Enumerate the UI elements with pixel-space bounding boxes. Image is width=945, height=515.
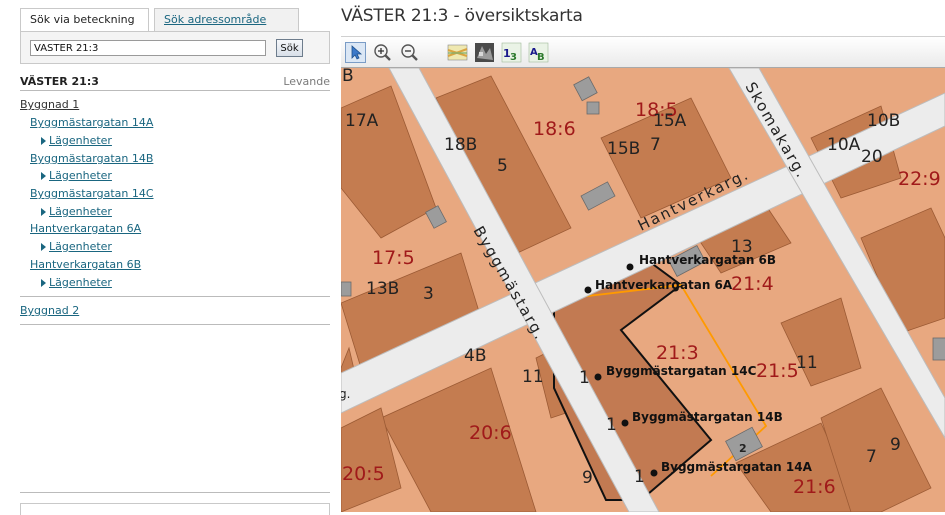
svg-text:B: B [537, 52, 545, 63]
expand-arrow-icon[interactable] [41, 279, 46, 287]
address-point-label[interactable]: Byggmästargatan 14A [661, 460, 813, 474]
house-number: 11 [522, 367, 544, 387]
house-number: 17A [345, 111, 379, 131]
zoom-out-icon[interactable] [399, 42, 420, 63]
tree-apartments-link[interactable]: Lägenheter [49, 205, 112, 219]
address-point-label[interactable]: Hantverkargatan 6B [639, 253, 776, 267]
house-number: 1 [634, 467, 645, 487]
street-label-fragment: g. [341, 387, 350, 401]
text-labels-icon[interactable]: AB [528, 42, 549, 63]
parcel-label: 20:5 [342, 463, 385, 485]
parcel-label: 21:6 [793, 476, 836, 498]
property-title: VÄSTER 21:3 [20, 75, 99, 88]
map-layer-icon[interactable] [447, 42, 468, 63]
expand-arrow-icon[interactable] [41, 137, 46, 145]
tree-apartments-link[interactable]: Lägenheter [49, 169, 112, 183]
parcel-label: 17:5 [372, 247, 415, 269]
property-status: Levande [283, 75, 330, 88]
search-button[interactable]: Sök [276, 39, 303, 57]
tree-apartments-link[interactable]: Lägenheter [49, 134, 112, 148]
house-number: 4B [464, 346, 486, 366]
house-number: 2 [739, 442, 747, 455]
house-number: 20 [861, 147, 883, 167]
svg-text:3: 3 [510, 52, 517, 63]
expand-arrow-icon[interactable] [41, 243, 46, 251]
address-point-marker[interactable] [584, 286, 592, 294]
expand-arrow-icon[interactable] [41, 208, 46, 216]
number-labels-icon[interactable]: 13 [501, 42, 522, 63]
left-panel: Sök via beteckning Sök adressområde Sök … [0, 0, 340, 515]
map-toolbar: 13 AB [341, 36, 945, 68]
tree-building-1[interactable]: Byggnad 1 [20, 98, 79, 112]
address-point-label[interactable]: Byggmästargatan 14C [606, 364, 757, 378]
parcel-label: 21:5 [756, 360, 799, 382]
address-point-marker[interactable] [621, 419, 629, 427]
house-number: 15B [607, 139, 640, 159]
address-point-marker[interactable] [594, 373, 602, 381]
tree-apartments-link[interactable]: Lägenheter [49, 276, 112, 290]
expand-arrow-icon[interactable] [41, 172, 46, 180]
parcel-label: 21:3 [656, 342, 699, 364]
tree-address-hantverkargatan-6b[interactable]: Hantverkargatan 6B [30, 258, 141, 272]
address-point-label[interactable]: Byggmästargatan 14B [632, 410, 783, 424]
address-point-marker[interactable] [650, 469, 658, 477]
house-number: 1 [606, 415, 617, 435]
aerial-photo-icon[interactable] [474, 42, 495, 63]
house-number: 10A [827, 135, 861, 155]
divider [20, 324, 330, 325]
search-box: Sök [20, 31, 330, 64]
house-number: 13B [366, 279, 399, 299]
select-arrow-icon[interactable] [345, 42, 366, 63]
divider [20, 492, 330, 493]
tree-address-byggmastargatan-14c[interactable]: Byggmästargatan 14C [30, 187, 154, 201]
house-number: 1 [579, 368, 590, 388]
bottom-panel [20, 503, 330, 515]
tree-address-byggmastargatan-14a[interactable]: Byggmästargatan 14A [30, 116, 153, 130]
tab-search-designation[interactable]: Sök via beteckning [20, 8, 149, 32]
tab-search-address-area[interactable]: Sök adressområde [154, 8, 299, 32]
search-input[interactable] [30, 40, 266, 56]
house-number: 7 [866, 447, 877, 467]
house-number: 18B [444, 135, 477, 155]
address-point-label[interactable]: Hantverkargatan 6A [595, 278, 733, 292]
house-number: 9 [890, 435, 901, 455]
divider [20, 296, 330, 297]
house-number: 9 [582, 468, 593, 488]
house-number: 7 [650, 135, 661, 155]
property-header: VÄSTER 21:3 Levande [20, 74, 330, 91]
parcel-label: 22:9 [898, 168, 941, 190]
address-point-marker[interactable] [626, 263, 634, 271]
tree-apartments-link[interactable]: Lägenheter [49, 240, 112, 254]
house-number: 5 [497, 156, 508, 176]
parcel-label: 18:6 [533, 118, 576, 140]
tree-address-byggmastargatan-14b[interactable]: Byggmästargatan 14B [30, 152, 153, 166]
parcel-label: 21:4 [731, 273, 774, 295]
house-number: 11 [796, 353, 818, 373]
house-number: 10B [867, 111, 900, 131]
map-title: VÄSTER 21:3 - översiktskarta [341, 6, 583, 26]
house-number: 3 [423, 284, 434, 304]
parcel-label: 20:6 [469, 422, 512, 444]
house-number: 15A [653, 111, 687, 131]
map-canvas[interactable]: Hantverkarg. Byggmästarg. Skomakarg. g. … [341, 68, 945, 512]
tree-building-2[interactable]: Byggnad 2 [20, 304, 79, 317]
zoom-in-icon[interactable] [372, 42, 393, 63]
tree-address-hantverkargatan-6a[interactable]: Hantverkargatan 6A [30, 222, 141, 236]
house-number: B [342, 68, 354, 86]
